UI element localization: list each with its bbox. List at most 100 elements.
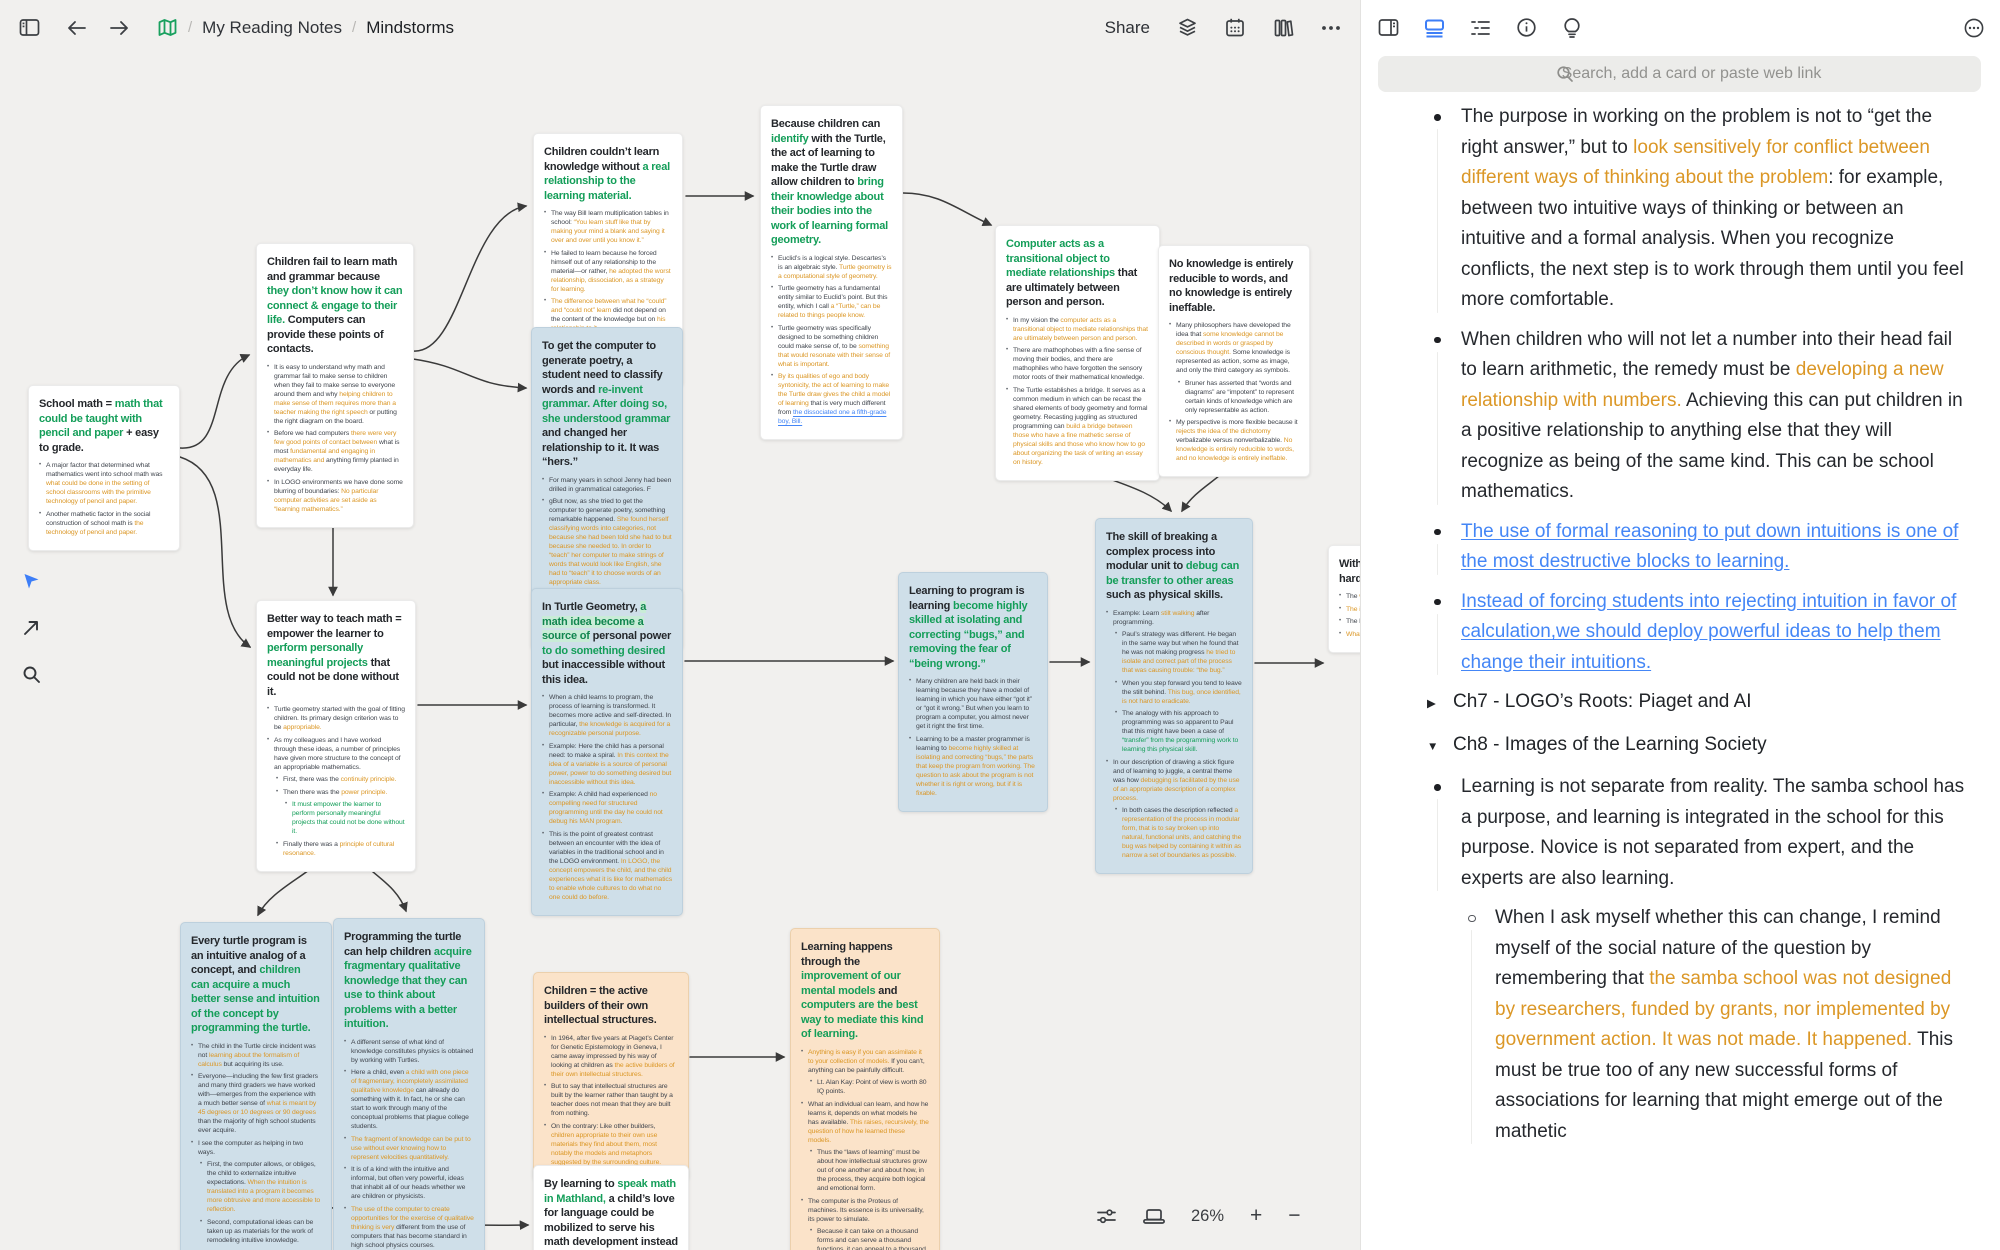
card-bullet: •Bruner has asserted that “words and dia… <box>1178 379 1299 415</box>
card-bullet: •Turtle geometry started with the goal o… <box>267 705 405 732</box>
card-title: Learning happens through the improvement… <box>801 940 929 1042</box>
card-bullet: •On the contrary: Like other builders, c… <box>544 1122 678 1167</box>
connection-arrow[interactable] <box>413 206 526 351</box>
canvas-card-learning-to-program[interactable]: Learning to program is learning become h… <box>898 572 1048 812</box>
bullet-marker <box>1468 915 1476 923</box>
note-document: The purpose in working on the problem is… <box>1425 102 1973 1156</box>
bullet-marker <box>1434 529 1441 536</box>
search-input[interactable] <box>1378 55 1981 93</box>
card-bullet: •When a child learns to program, the pro… <box>542 693 672 738</box>
canvas-card-transitional-object[interactable]: Computer acts as a transitional object t… <box>995 225 1160 481</box>
chevron-down-icon[interactable]: ▼ <box>1427 730 1453 763</box>
zoom-in-button[interactable]: + <box>1250 1206 1262 1226</box>
card-bullet: •By its qualities of ego and body synton… <box>771 372 892 426</box>
back-arrow-icon[interactable] <box>66 17 88 39</box>
chevron-right-icon[interactable]: ▶ <box>1427 687 1453 720</box>
canvas-card-mental-models[interactable]: Learning happens through the improvement… <box>790 928 940 1250</box>
canvas-card-children-fail[interactable]: Children fail to learn math and grammar … <box>256 243 414 528</box>
bullet-marker <box>1434 599 1441 606</box>
toggle-heading[interactable]: ▼Ch8 - Images of the Learning Society <box>1427 730 1973 763</box>
card-bullet: •Lt. Alan Kay: Point of view is worth 80… <box>810 1078 929 1096</box>
doc-bullet[interactable]: Learning is not separate from reality. T… <box>1425 772 1973 894</box>
doc-bullet[interactable]: Instead of forcing students into rejecti… <box>1425 587 1973 679</box>
indent-guide <box>1437 614 1439 676</box>
connection-arrow[interactable] <box>413 359 526 388</box>
card-bullet: •The child in the Turtle circle incident… <box>191 1042 321 1069</box>
card-title: Every turtle program is an intuitive ana… <box>191 934 321 1036</box>
split-view-icon[interactable] <box>1377 17 1399 39</box>
canvas-card-no-knowledge[interactable]: No knowledge is entirely reducible to wo… <box>1158 245 1310 477</box>
lightbulb-icon[interactable] <box>1561 17 1583 39</box>
toggle-heading[interactable]: ▶Ch7 - LOGO’s Roots: Piaget and AI <box>1427 687 1973 720</box>
indent-guide <box>1437 799 1439 891</box>
card-bullet: •In our description of drawing a stick f… <box>1106 758 1242 803</box>
card-bullet: •In both cases the description reflected… <box>1115 806 1242 860</box>
card-bullet: •gBut now, as she tried to get the compu… <box>542 497 672 587</box>
card-view-icon[interactable] <box>1423 17 1445 39</box>
canvas-card-fragmentary-knowledge[interactable]: Programming the turtle can help children… <box>333 918 485 1250</box>
canvas-card-better-way[interactable]: Better way to teach math = empower the l… <box>256 600 416 872</box>
outline-view-icon[interactable] <box>1469 17 1491 39</box>
whiteboard-map-icon <box>156 17 178 39</box>
forward-arrow-icon[interactable] <box>108 17 130 39</box>
canvas-card-identify-turtle[interactable]: Because children can identify with the T… <box>760 105 903 440</box>
select-cursor-tool-icon[interactable] <box>20 570 42 592</box>
card-bullet: •A different sense of what kind of knowl… <box>344 1038 474 1065</box>
canvas-card-speak-math[interactable]: By learning to speak math in Mathland, a… <box>533 1165 689 1250</box>
card-bullet: •Example: Learn stilt walking after prog… <box>1106 609 1242 627</box>
card-title: By learning to speak math in Mathland, a… <box>544 1177 678 1250</box>
whiteboard-canvas[interactable]: 26% + − School math = math that could be… <box>0 55 1360 1250</box>
layers-icon[interactable] <box>1176 17 1198 39</box>
card-bullet: •He failed to learn because he forced hi… <box>544 249 672 294</box>
breadcrumb-separator: / <box>188 19 192 36</box>
card-title: Children = the active builders of their … <box>544 984 678 1028</box>
topbar-actions: Share <box>1105 0 1342 55</box>
card-bullet: •The analogy with his approach to progra… <box>1115 709 1242 754</box>
card-bullet: •Many philosophers have developed the id… <box>1169 321 1299 375</box>
canvas-card-debug-transfer[interactable]: The skill of breaking a complex process … <box>1095 518 1253 874</box>
breadcrumb-root[interactable]: My Reading Notes <box>202 18 342 38</box>
card-bullet: •First, there was the continuity princip… <box>276 775 405 784</box>
info-icon[interactable] <box>1515 17 1537 39</box>
display-settings-icon[interactable] <box>1095 1205 1117 1227</box>
toggle-label: Ch7 - LOGO’s Roots: Piaget and AI <box>1453 687 1973 720</box>
library-icon[interactable] <box>1272 17 1294 39</box>
connection-arrow[interactable] <box>903 193 991 225</box>
card-title: The skill of breaking a complex process … <box>1106 530 1242 603</box>
presentation-mode-icon[interactable] <box>1143 1205 1165 1227</box>
connection-arrow[interactable] <box>180 457 250 647</box>
card-bullet: •What an individual can learn, and how h… <box>801 1100 929 1145</box>
doc-bullet[interactable]: When children who will not let a number … <box>1425 325 1973 508</box>
doc-bullet[interactable]: The use of formal reasoning to put down … <box>1425 517 1973 578</box>
canvas-card-clipped-card[interactable]: With experience physical hard “bugs” sim… <box>1328 545 1360 653</box>
zoom-out-button[interactable]: − <box>1288 1206 1300 1226</box>
canvas-card-active-builders[interactable]: Children = the active builders of their … <box>533 972 689 1181</box>
canvas-card-turtle-geometry-power[interactable]: In Turtle Geometry, a math idea become a… <box>531 588 683 916</box>
more-options-icon[interactable] <box>1320 17 1342 39</box>
share-button[interactable]: Share <box>1105 18 1150 38</box>
sidebar-toggle-icon[interactable] <box>18 17 40 39</box>
card-bullet: •For many years in school Jenny had been… <box>542 476 672 494</box>
card-bullet: •As my colleagues and I have worked thro… <box>267 736 405 772</box>
doc-bullet[interactable]: The purpose in working on the problem is… <box>1425 102 1973 316</box>
panel-more-options-icon[interactable] <box>1963 17 1985 39</box>
card-title: To get the computer to generate poetry, … <box>542 339 672 470</box>
card-title: No knowledge is entirely reducible to wo… <box>1169 257 1299 315</box>
card-bullet: •Example: Here the child has a personal … <box>542 742 672 787</box>
card-title: School math = math that could be taught … <box>39 397 169 455</box>
search-box[interactable] <box>1378 56 1981 92</box>
calendar-icon[interactable] <box>1224 17 1246 39</box>
card-bullet: •Anything is easy if you can assimilate … <box>801 1048 929 1075</box>
canvas-card-school-math[interactable]: School math = math that could be taught … <box>28 385 180 551</box>
card-title: Learning to program is learning become h… <box>909 584 1037 671</box>
card-title: Children couldn’t learn knowledge withou… <box>544 145 672 203</box>
arrow-tool-icon[interactable] <box>20 617 42 639</box>
zoom-level[interactable]: 26% <box>1191 1207 1224 1226</box>
search-tool-icon[interactable] <box>20 663 42 685</box>
canvas-card-intuitive-analog[interactable]: Every turtle program is an intuitive ana… <box>180 922 332 1250</box>
breadcrumb-current[interactable]: Mindstorms <box>366 18 454 38</box>
card-bullet: •But to say that intellectual structures… <box>544 1082 678 1118</box>
connection-arrow[interactable] <box>180 355 249 448</box>
doc-bullet[interactable]: When I ask myself whether this can chang… <box>1459 903 1973 1147</box>
card-bullet: •The computer is the Proteus of machines… <box>801 1197 929 1224</box>
